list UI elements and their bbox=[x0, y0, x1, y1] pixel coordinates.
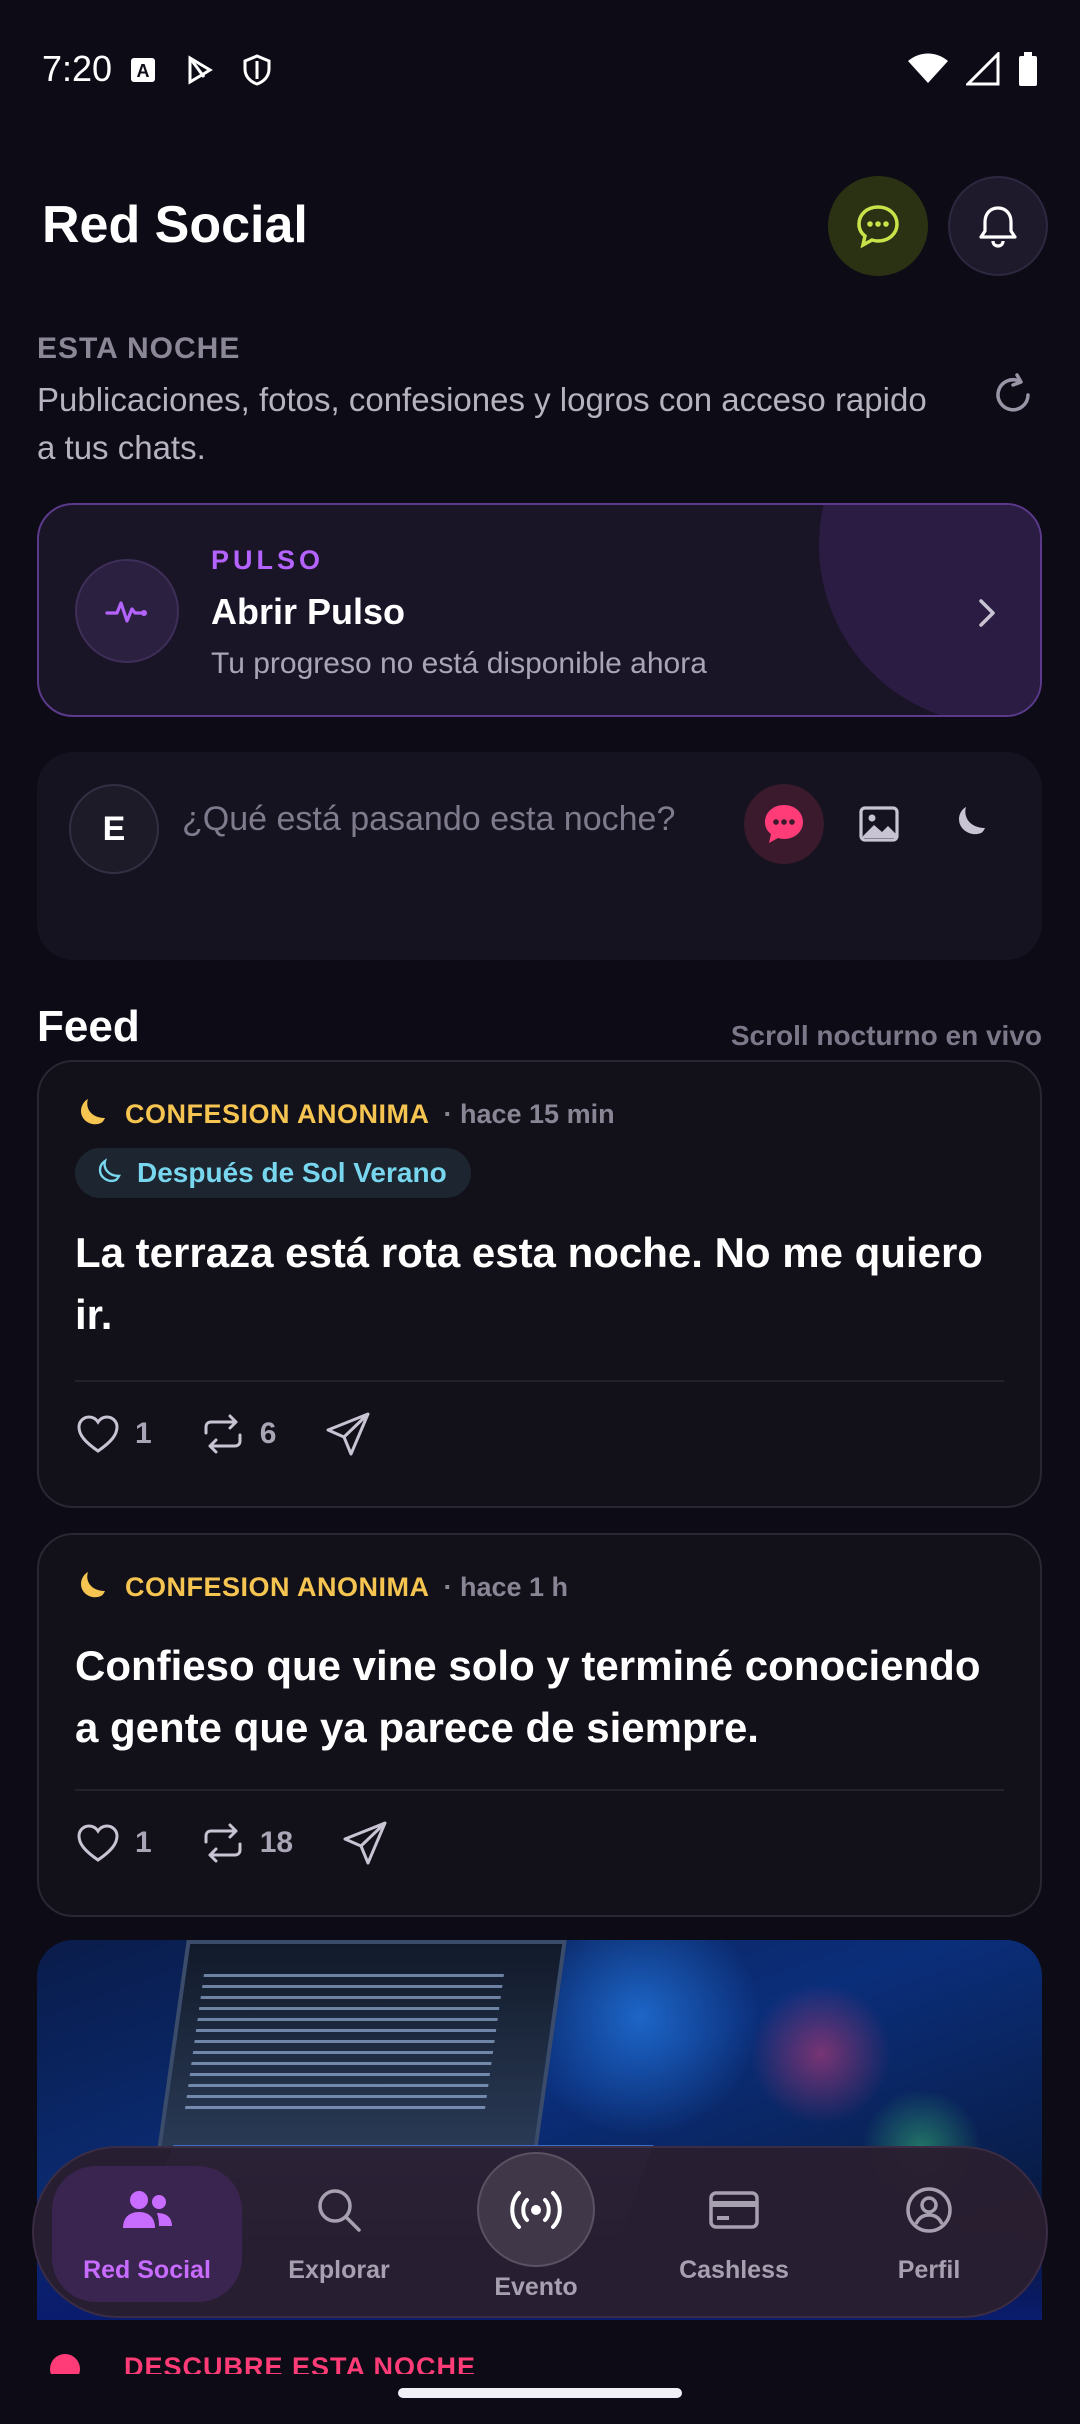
moon-icon bbox=[98, 1158, 121, 1183]
heart-icon bbox=[77, 1415, 119, 1453]
profile-icon bbox=[906, 2187, 952, 2233]
image-icon bbox=[859, 806, 899, 842]
like-count: 1 bbox=[135, 1417, 152, 1450]
nav-label: Red Social bbox=[83, 2256, 211, 2284]
post-actions: 1 6 bbox=[75, 1410, 420, 1458]
refresh-icon bbox=[996, 373, 1030, 412]
pulse-label: PULSO bbox=[211, 545, 325, 575]
avatar[interactable]: E bbox=[69, 784, 159, 874]
chevron-right-icon bbox=[967, 593, 1007, 638]
like-button[interactable]: 1 bbox=[75, 1820, 152, 1866]
event-button bbox=[477, 2152, 595, 2267]
like-button[interactable]: 1 bbox=[75, 1411, 152, 1457]
next-post-header-peek: DESCUBRE ESTA NOCHE bbox=[50, 2350, 510, 2374]
share-button[interactable] bbox=[324, 1410, 372, 1458]
post-type-icon bbox=[50, 2354, 80, 2374]
post-body: Confieso que vine solo y terminé conocie… bbox=[75, 1642, 981, 1751]
decorative-blob bbox=[819, 505, 1040, 715]
divider bbox=[75, 1380, 1004, 1382]
post-header: CONFESION ANONIMA · hace 1 h bbox=[75, 1569, 568, 1605]
nav-red-social[interactable]: Red Social bbox=[52, 2166, 242, 2302]
status-notification-icons: A bbox=[130, 54, 272, 86]
feed-post[interactable]: CONFESION ANONIMA · hace 15 min Después … bbox=[37, 1060, 1042, 1508]
nav-label: Evento bbox=[494, 2273, 578, 2301]
heart-icon bbox=[77, 1824, 119, 1862]
post-actions: 1 18 bbox=[75, 1819, 437, 1867]
divider bbox=[75, 1789, 1004, 1791]
moon-icon bbox=[81, 1099, 105, 1125]
like-count: 1 bbox=[135, 1826, 152, 1859]
pulse-icon-badge bbox=[75, 559, 179, 663]
laptop-illustration bbox=[157, 1940, 567, 2150]
card-icon bbox=[709, 2191, 759, 2229]
night-mode-button[interactable] bbox=[932, 784, 1012, 864]
bell-icon bbox=[979, 206, 1017, 248]
pulse-card[interactable]: PULSO Abrir Pulso Tu progreso no está di… bbox=[37, 503, 1042, 717]
status-system-icons bbox=[908, 52, 1038, 86]
nav-explorar[interactable]: Explorar bbox=[244, 2166, 434, 2302]
nav-label: Cashless bbox=[679, 2256, 789, 2284]
post-type: CONFESION ANONIMA bbox=[125, 1098, 430, 1129]
repost-icon bbox=[204, 1823, 242, 1863]
chat-bubble-icon bbox=[765, 805, 803, 843]
pulse-title: Abrir Pulso bbox=[211, 591, 406, 632]
notifications-button[interactable] bbox=[948, 176, 1048, 276]
moon-icon bbox=[959, 807, 985, 835]
confession-button[interactable] bbox=[744, 784, 824, 864]
search-icon bbox=[318, 2189, 361, 2232]
home-indicator[interactable] bbox=[398, 2388, 682, 2398]
play-store-icon bbox=[188, 55, 213, 85]
post-header: CONFESION ANONIMA · hace 15 min bbox=[75, 1096, 615, 1132]
send-icon bbox=[343, 1821, 387, 1865]
event-tag-label: Después de Sol Verano bbox=[137, 1157, 447, 1188]
composer-input[interactable]: ¿Qué está pasando esta noche? bbox=[182, 800, 675, 839]
chat-bubble-icon bbox=[857, 205, 899, 249]
repost-count: 18 bbox=[259, 1826, 294, 1859]
nav-perfil[interactable]: Perfil bbox=[834, 2166, 1024, 2302]
wifi-icon bbox=[908, 53, 948, 83]
post-type: CONFESION ANONIMA bbox=[125, 1571, 430, 1602]
nav-evento[interactable]: Evento bbox=[441, 2152, 631, 2302]
nav-label: Perfil bbox=[897, 2256, 961, 2284]
feed-note: Scroll nocturno en vivo bbox=[730, 1020, 1042, 1051]
heartbeat-icon bbox=[105, 601, 147, 623]
repost-icon bbox=[204, 1414, 242, 1454]
share-button[interactable] bbox=[341, 1819, 389, 1867]
page-title: Red Social bbox=[42, 196, 308, 254]
status-bar: 7:20 A bbox=[0, 0, 1080, 140]
svg-text:A: A bbox=[137, 61, 150, 81]
event-tag[interactable]: Después de Sol Verano bbox=[75, 1148, 471, 1198]
keyboard-a-icon: A bbox=[131, 58, 155, 82]
broadcast-icon bbox=[510, 2190, 562, 2229]
repost-count: 6 bbox=[259, 1417, 277, 1450]
next-post-type: DESCUBRE ESTA NOCHE bbox=[124, 2352, 477, 2374]
battery-icon bbox=[1019, 52, 1037, 86]
feed-title: Feed bbox=[37, 1002, 140, 1051]
repost-button[interactable]: 18 bbox=[200, 1820, 293, 1866]
send-icon bbox=[326, 1412, 370, 1456]
section-kicker: ESTA NOCHE bbox=[37, 332, 241, 365]
people-icon bbox=[123, 2191, 172, 2228]
post-time: · hace 15 min bbox=[443, 1098, 615, 1129]
nav-cashless[interactable]: Cashless bbox=[639, 2166, 829, 2302]
post-composer: E ¿Qué está pasando esta noche? bbox=[37, 752, 1042, 960]
pulse-subtitle: Tu progreso no está disponible ahora bbox=[211, 647, 707, 680]
shield-icon bbox=[243, 54, 271, 86]
chats-button[interactable] bbox=[828, 176, 928, 276]
moon-icon bbox=[81, 1572, 105, 1598]
add-photo-button[interactable] bbox=[839, 784, 919, 864]
cell-signal-icon bbox=[966, 52, 1000, 86]
refresh-button[interactable] bbox=[990, 372, 1036, 423]
section-description: Publicaciones, fotos, confesiones y logr… bbox=[37, 381, 927, 466]
post-time: · hace 1 h bbox=[443, 1571, 569, 1602]
bottom-navigation: Red Social Explorar Evento Cashless Perf… bbox=[32, 2146, 1048, 2318]
post-body: La terraza está rota esta noche. No me q… bbox=[75, 1229, 983, 1338]
repost-button[interactable]: 6 bbox=[200, 1411, 277, 1457]
status-time: 7:20 bbox=[42, 48, 113, 89]
feed-post[interactable]: CONFESION ANONIMA · hace 1 h Confieso qu… bbox=[37, 1533, 1042, 1917]
nav-label: Explorar bbox=[288, 2256, 390, 2284]
